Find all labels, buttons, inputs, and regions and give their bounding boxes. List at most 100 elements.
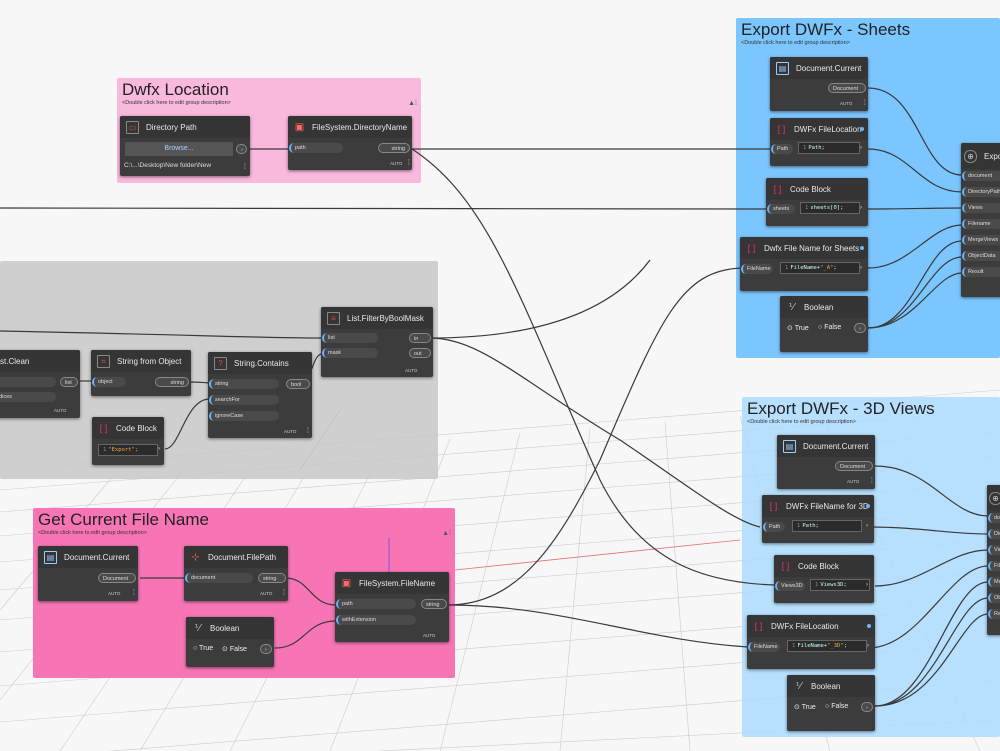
- input-port-views[interactable]: Views: [962, 203, 1000, 213]
- code-block-3d-node[interactable]: [ ] Code Block Views3D 1 Views3D; ›: [774, 555, 874, 603]
- input-port-searchfor[interactable]: searchFor: [209, 395, 279, 405]
- input-port-result[interactable]: Result: [962, 267, 1000, 277]
- boolean-node[interactable]: ⅟ Boolean ○ True ⊙ False ›: [186, 617, 274, 667]
- true-radio[interactable]: ⊙ True: [794, 703, 816, 711]
- input-port-mergeviews[interactable]: Mer: [988, 577, 1000, 587]
- output-port[interactable]: ›: [861, 702, 873, 712]
- input-port-sheets[interactable]: sheets: [767, 204, 795, 214]
- input-port-directorypath[interactable]: DirectoryPath: [962, 187, 1000, 197]
- output-port-out[interactable]: out: [409, 348, 431, 358]
- dwfx-filename-3d-node[interactable]: [ ] DWFx FileName for 3D Path 1 Path; ›: [762, 495, 874, 543]
- output-port[interactable]: ›: [158, 446, 160, 452]
- input-port-views[interactable]: View: [988, 545, 1000, 555]
- input-port-document[interactable]: doc: [988, 513, 1000, 523]
- false-radio[interactable]: ○ False: [818, 324, 841, 331]
- boolean-3d-node[interactable]: ⅟ Boolean ⊙ True ○ False ›: [787, 675, 875, 731]
- document-current-3d-node[interactable]: ▤ Document.Current Document AUTO ⁞: [777, 435, 875, 489]
- boolean-sheets-node[interactable]: ⅟ Boolean ⊙ True ○ False ›: [780, 296, 868, 352]
- code-block-icon: [ ]: [769, 500, 778, 511]
- output-port-document[interactable]: Document: [98, 573, 136, 583]
- input-port-objectdata[interactable]: Obj: [988, 593, 1000, 603]
- filesystem-filename-node[interactable]: ▣ FileSystem.FileName path withExtension …: [335, 572, 449, 642]
- string-contains-node[interactable]: ? String.Contains string searchFor ignore…: [208, 352, 312, 438]
- output-port-bool[interactable]: bool: [286, 379, 310, 389]
- output-port[interactable]: ›: [860, 205, 862, 211]
- input-port-mask[interactable]: mask: [322, 348, 378, 358]
- input-port-result[interactable]: Res: [988, 609, 1000, 619]
- input-port-path[interactable]: Path: [771, 144, 793, 154]
- document-current-sheets-node[interactable]: ▤ Document.Current Document AUTO ⁞: [770, 57, 868, 111]
- output-port[interactable]: ›: [236, 144, 247, 154]
- string-from-object-node[interactable]: ⌗ String from Object object string: [91, 350, 191, 396]
- input-port-indices[interactable]: ndices: [0, 392, 56, 402]
- input-port-path[interactable]: path: [289, 143, 343, 153]
- true-radio[interactable]: ○ True: [193, 645, 213, 652]
- input-port-objectdata[interactable]: ObjectData: [962, 251, 1000, 261]
- more-icon[interactable]: ⁞: [864, 98, 866, 107]
- input-port-mergeviews[interactable]: MergeViews: [962, 235, 1000, 245]
- input-port-filename[interactable]: FileName: [741, 264, 773, 274]
- output-port-document[interactable]: Document: [828, 83, 866, 93]
- input-port-path[interactable]: Path: [763, 522, 785, 532]
- dwfx-filename-sheets-node[interactable]: [ ] Dwfx File Name for Sheets FileName 1F…: [740, 237, 868, 291]
- code-editor[interactable]: 1 Path;: [798, 142, 860, 154]
- filesystem-directoryname-node[interactable]: ▣ FileSystem.DirectoryName path string AU…: [288, 116, 412, 170]
- export-dwfx-3d-node[interactable]: ⊕ doc Dire View File Mer Obj Res: [987, 485, 1000, 635]
- input-port-directorypath[interactable]: Dire: [988, 529, 1000, 539]
- code-block-export-node[interactable]: [ ] Code Block 1 "Export"; ›: [92, 417, 164, 465]
- more-icon[interactable]: ⁞: [871, 476, 873, 485]
- browse-button[interactable]: Browse...: [125, 142, 233, 156]
- code-editor[interactable]: 1 Views3D;: [810, 579, 870, 591]
- document-current-node[interactable]: ▤ Document.Current Document AUTO ⁞: [38, 546, 138, 601]
- more-icon[interactable]: ⁞: [408, 158, 410, 167]
- false-radio[interactable]: ○ False: [825, 703, 848, 710]
- document-filepath-node[interactable]: ⊹ Document.FilePath document string AUTO …: [184, 546, 288, 601]
- more-icon[interactable]: ⁞: [283, 588, 285, 597]
- code-editor[interactable]: 1 Path;: [792, 520, 862, 532]
- output-port[interactable]: ›: [860, 145, 862, 151]
- input-port-document[interactable]: document: [962, 171, 1000, 181]
- output-port-document[interactable]: Document: [835, 461, 873, 471]
- list-clean-node[interactable]: st.Clean ndices list AUTO: [0, 350, 80, 418]
- code-editor[interactable]: 1 sheets[0];: [800, 202, 860, 214]
- input-port-views3d[interactable]: Views3D: [775, 581, 805, 591]
- output-port[interactable]: ›: [866, 582, 868, 588]
- dwfx-filelocation-3d-node[interactable]: [ ] DWFx FileLocation FileName 1 FileName+…: [747, 615, 875, 669]
- true-radio[interactable]: ⊙ True: [787, 324, 809, 332]
- more-icon[interactable]: ⁞: [133, 588, 135, 597]
- input-port-filename[interactable]: Filename: [962, 219, 1000, 229]
- input-port-filename[interactable]: File: [988, 561, 1000, 571]
- graph-canvas[interactable]: Dwfx Location <Double click here to edit…: [0, 0, 1000, 751]
- input-port-list[interactable]: list: [322, 333, 378, 343]
- more-icon[interactable]: ⁞: [307, 426, 309, 435]
- output-port-string[interactable]: string: [258, 573, 286, 583]
- input-port-list[interactable]: [0, 377, 56, 387]
- output-port-string[interactable]: string: [421, 599, 447, 609]
- dwfx-filelocation-sheets-node[interactable]: [ ] DWFx FileLocation Path 1 Path; ›: [770, 118, 868, 166]
- code-block-sheets-node[interactable]: [ ] Code Block sheets 1 sheets[0]; ›: [766, 178, 868, 226]
- input-port-withextension[interactable]: withExtension: [336, 615, 416, 625]
- input-port-document[interactable]: document: [185, 573, 253, 583]
- output-port[interactable]: ›: [867, 643, 869, 649]
- false-radio[interactable]: ⊙ False: [222, 645, 247, 653]
- output-port-string[interactable]: string: [155, 377, 189, 387]
- output-port-in[interactable]: in: [409, 333, 431, 343]
- output-port-list[interactable]: list: [60, 377, 78, 387]
- code-editor[interactable]: 1 "Export";: [98, 444, 158, 456]
- more-icon[interactable]: ⁞: [244, 162, 246, 171]
- output-port[interactable]: ›: [854, 323, 866, 333]
- input-port-ignorecase[interactable]: ignoreCase: [209, 411, 279, 421]
- code-editor[interactable]: 1 FileName+"_3D";: [787, 640, 867, 652]
- input-port-object[interactable]: object: [92, 377, 126, 387]
- input-port-string[interactable]: string: [209, 379, 279, 389]
- output-port[interactable]: ›: [260, 644, 272, 654]
- list-filterbyboolmask-node[interactable]: ≡ List.FilterByBoolMask list mask in out …: [321, 307, 433, 377]
- directory-path-node[interactable]: ▭ Directory Path Browse... › C:\...\Deskt…: [120, 116, 250, 176]
- input-port-filename[interactable]: FileName: [748, 642, 780, 652]
- output-port[interactable]: ›: [860, 265, 862, 271]
- export-dwfx-sheets-node[interactable]: ⊕ Expo document DirectoryPath Views Filen…: [961, 143, 1000, 297]
- code-editor[interactable]: 1 FileName+"_A";: [780, 262, 860, 274]
- output-port-string[interactable]: string: [378, 143, 410, 153]
- input-port-path[interactable]: path: [336, 599, 416, 609]
- output-port[interactable]: ›: [866, 523, 868, 529]
